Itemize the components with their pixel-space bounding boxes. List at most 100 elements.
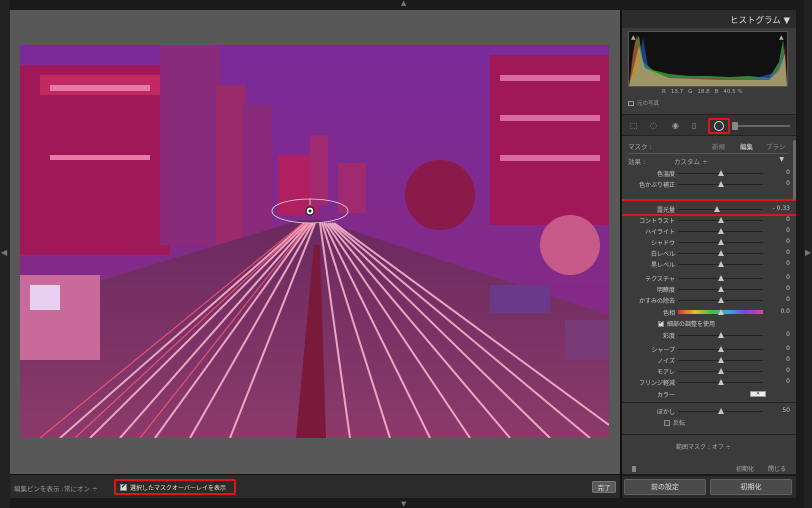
slider-sharpness-value[interactable]: 0 xyxy=(770,345,790,352)
effect-dropdown[interactable]: カスタム ÷ xyxy=(674,156,708,166)
slider-exposure-knob[interactable] xyxy=(714,206,721,212)
bottom-toolbar: 編集ピンを表示 : 常にオン ÷ ✔ 選択したマスクオーバーレイを表示 完了 xyxy=(10,474,620,498)
slider-contrast-knob[interactable] xyxy=(717,217,724,223)
slider-whites-label: 白レベル xyxy=(650,251,675,258)
slider-dehaze-value[interactable]: 0 xyxy=(770,296,790,303)
original-photo-checkbox[interactable] xyxy=(628,100,634,106)
hue-slider-knob[interactable] xyxy=(718,309,724,315)
slider-feather-label: ぼかし xyxy=(656,409,675,416)
range-close-button[interactable]: 閉じる xyxy=(768,464,786,473)
show-mask-overlay-checkbox[interactable]: ✔ xyxy=(120,483,127,491)
feather-divider xyxy=(622,402,796,403)
show-mask-overlay-label: 選択したマスクオーバーレイを表示 xyxy=(130,484,226,492)
slider-noise-value[interactable]: 0 xyxy=(770,356,790,363)
photo-viewer xyxy=(10,10,620,474)
slider-saturation-row: 彩度 0 xyxy=(628,330,790,341)
slider-exposure-value[interactable]: - 0.33 xyxy=(770,205,790,212)
slider-contrast-label: コントラスト xyxy=(639,218,675,225)
slider-texture-knob[interactable] xyxy=(717,275,724,281)
slider-contrast-value[interactable]: 0 xyxy=(770,216,790,223)
slider-feather-knob[interactable] xyxy=(717,408,724,414)
slider-texture-value[interactable]: 0 xyxy=(770,274,790,281)
slider-contrast-row: コントラスト 0 xyxy=(628,215,790,226)
crop-tool-icon[interactable]: ⬚ xyxy=(630,121,638,131)
slider-defringe-value[interactable]: 0 xyxy=(770,378,790,385)
red-eye-tool-icon[interactable]: ◉ xyxy=(672,121,679,131)
slider-moire-value[interactable]: 0 xyxy=(770,367,790,374)
slider-tint-knob[interactable] xyxy=(717,181,724,187)
slider-saturation-knob[interactable] xyxy=(717,332,724,338)
slider-noise-knob[interactable] xyxy=(717,357,724,363)
effect-collapse-icon[interactable]: ▼ xyxy=(779,156,784,163)
slider-temperature-knob[interactable] xyxy=(717,170,724,176)
left-panel-toggle-icon[interactable]: ◀ xyxy=(1,248,7,257)
hue-row: 色相 0.0 xyxy=(628,307,790,318)
slider-saturation-value[interactable]: 0 xyxy=(770,331,790,338)
slider-sharpness-knob[interactable] xyxy=(717,346,724,352)
slider-temperature-value[interactable]: 0 xyxy=(770,169,790,176)
range-mask-dropdown[interactable]: 範囲マスク : オフ ÷ xyxy=(676,442,731,451)
slider-shadows-knob[interactable] xyxy=(717,239,724,245)
slider-clarity-value[interactable]: 0 xyxy=(770,285,790,292)
mask-color-label: カラー xyxy=(656,392,675,399)
slider-shadows-value[interactable]: 0 xyxy=(770,238,790,245)
histogram-title[interactable]: ヒストグラム ▼ xyxy=(730,14,790,26)
mask-tab-new[interactable]: 新規 xyxy=(712,141,725,151)
spot-removal-tool-icon[interactable]: ◌ xyxy=(650,121,657,131)
slider-whites-knob[interactable] xyxy=(717,250,724,256)
original-photo-toggle[interactable]: 元の写真 xyxy=(628,99,659,107)
slider-clarity-knob[interactable] xyxy=(717,286,724,292)
slider-noise-label: ノイズ xyxy=(657,358,675,365)
bottom-panel-toggle-icon[interactable]: ▼ xyxy=(401,500,406,508)
slider-exposure-track[interactable] xyxy=(678,209,763,210)
histogram-header[interactable]: ヒストグラム ▼ xyxy=(622,10,796,28)
done-button[interactable]: 完了 xyxy=(592,481,616,493)
range-mask-handle[interactable] xyxy=(632,466,636,472)
svg-text:▲: ▲ xyxy=(631,34,636,41)
slider-tint-value[interactable]: 0 xyxy=(770,180,790,187)
slider-defringe-knob[interactable] xyxy=(717,379,724,385)
mask-tab-edit[interactable]: 編集 xyxy=(740,141,753,151)
slider-saturation-label: 彩度 xyxy=(662,333,675,340)
slider-feather-value[interactable]: 50 xyxy=(770,407,790,414)
invert-checkbox[interactable] xyxy=(664,419,670,426)
radial-filter-tool-button[interactable] xyxy=(708,118,730,134)
slider-blacks-value[interactable]: 0 xyxy=(770,260,790,267)
fine-adjust-option[interactable]: ✔ 細部の調整を使用 xyxy=(658,319,715,328)
range-mask-divider xyxy=(622,434,796,435)
photo-with-mask-overlay[interactable] xyxy=(20,45,609,438)
reset-button[interactable]: 初期化 xyxy=(710,479,792,495)
mask-color-swatch[interactable]: ✕ xyxy=(750,391,766,397)
mask-tab-brush[interactable]: ブラシ xyxy=(766,141,785,151)
slider-blacks-knob[interactable] xyxy=(717,261,724,267)
mask-label: マスク : xyxy=(628,143,652,151)
invert-option[interactable]: 反転 xyxy=(664,418,685,427)
readout-g-value: 18.8 xyxy=(697,89,710,95)
right-panel-toggle-icon[interactable]: ▶ xyxy=(805,248,811,257)
mask-divider xyxy=(628,153,788,154)
panel-scrollbar[interactable] xyxy=(793,140,796,200)
effect-row: 効果 : カスタム ÷ ▼ xyxy=(628,156,788,166)
show-mask-overlay-option[interactable]: ✔ 選択したマスクオーバーレイを表示 xyxy=(114,479,236,495)
slider-whites-value[interactable]: 0 xyxy=(770,249,790,256)
slider-dehaze-knob[interactable] xyxy=(717,297,724,303)
range-mask-actions: 初期化 閉じる xyxy=(628,464,790,474)
slider-highlights-knob[interactable] xyxy=(717,228,724,234)
range-reset-button[interactable]: 初期化 xyxy=(736,464,754,473)
hue-value[interactable]: 0.0 xyxy=(770,308,790,315)
slider-highlights-value[interactable]: 0 xyxy=(770,227,790,234)
fine-adjust-checkbox[interactable]: ✔ xyxy=(658,320,664,327)
slider-whites-row: 白レベル 0 xyxy=(628,248,790,259)
previous-settings-button[interactable]: 前の設定 xyxy=(624,479,706,495)
mask-header: マスク : 新規 編集 ブラシ xyxy=(628,141,788,151)
top-panel-toggle-icon[interactable]: ▲ xyxy=(401,0,406,7)
svg-text:▲: ▲ xyxy=(779,34,784,41)
slider-clarity-label: 明瞭度 xyxy=(656,287,675,294)
pins-dropdown[interactable]: 常にオン ÷ xyxy=(64,483,98,493)
slider-moire-knob[interactable] xyxy=(717,368,724,374)
slider-temperature-row: 色温度 0 xyxy=(628,168,790,179)
tool-size-slider-track[interactable] xyxy=(734,125,790,127)
readout-b-label: B xyxy=(714,89,719,95)
tool-size-slider-knob[interactable] xyxy=(732,122,738,130)
graduated-filter-tool-icon[interactable]: ▯ xyxy=(692,121,696,131)
